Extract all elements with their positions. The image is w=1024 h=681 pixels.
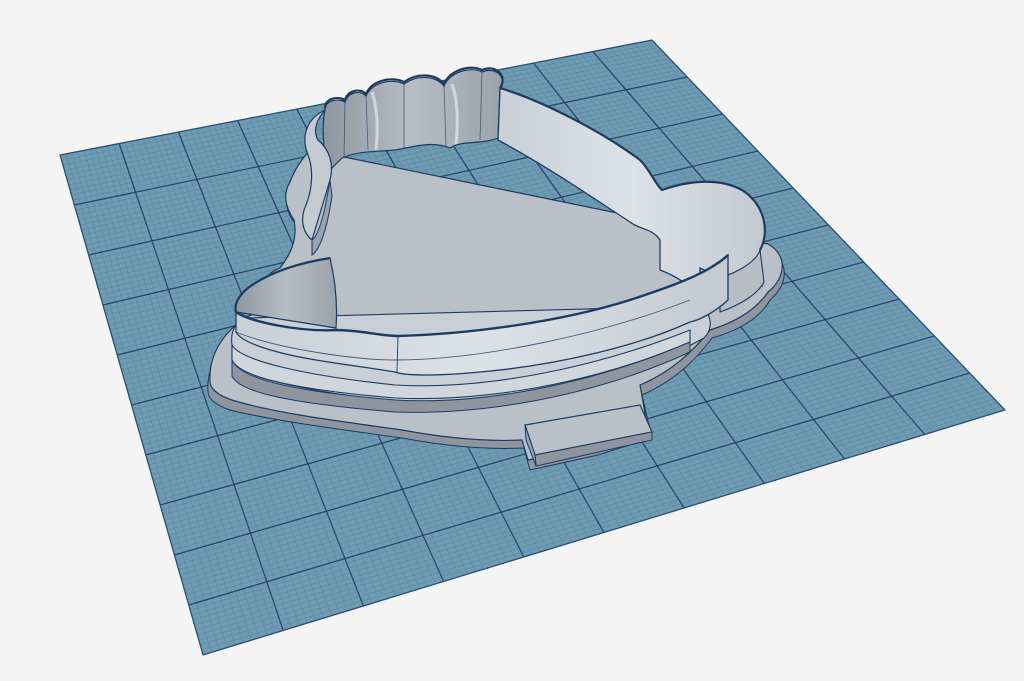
viewport-canvas[interactable] [0,0,1024,681]
3d-viewport[interactable] [0,0,1024,681]
